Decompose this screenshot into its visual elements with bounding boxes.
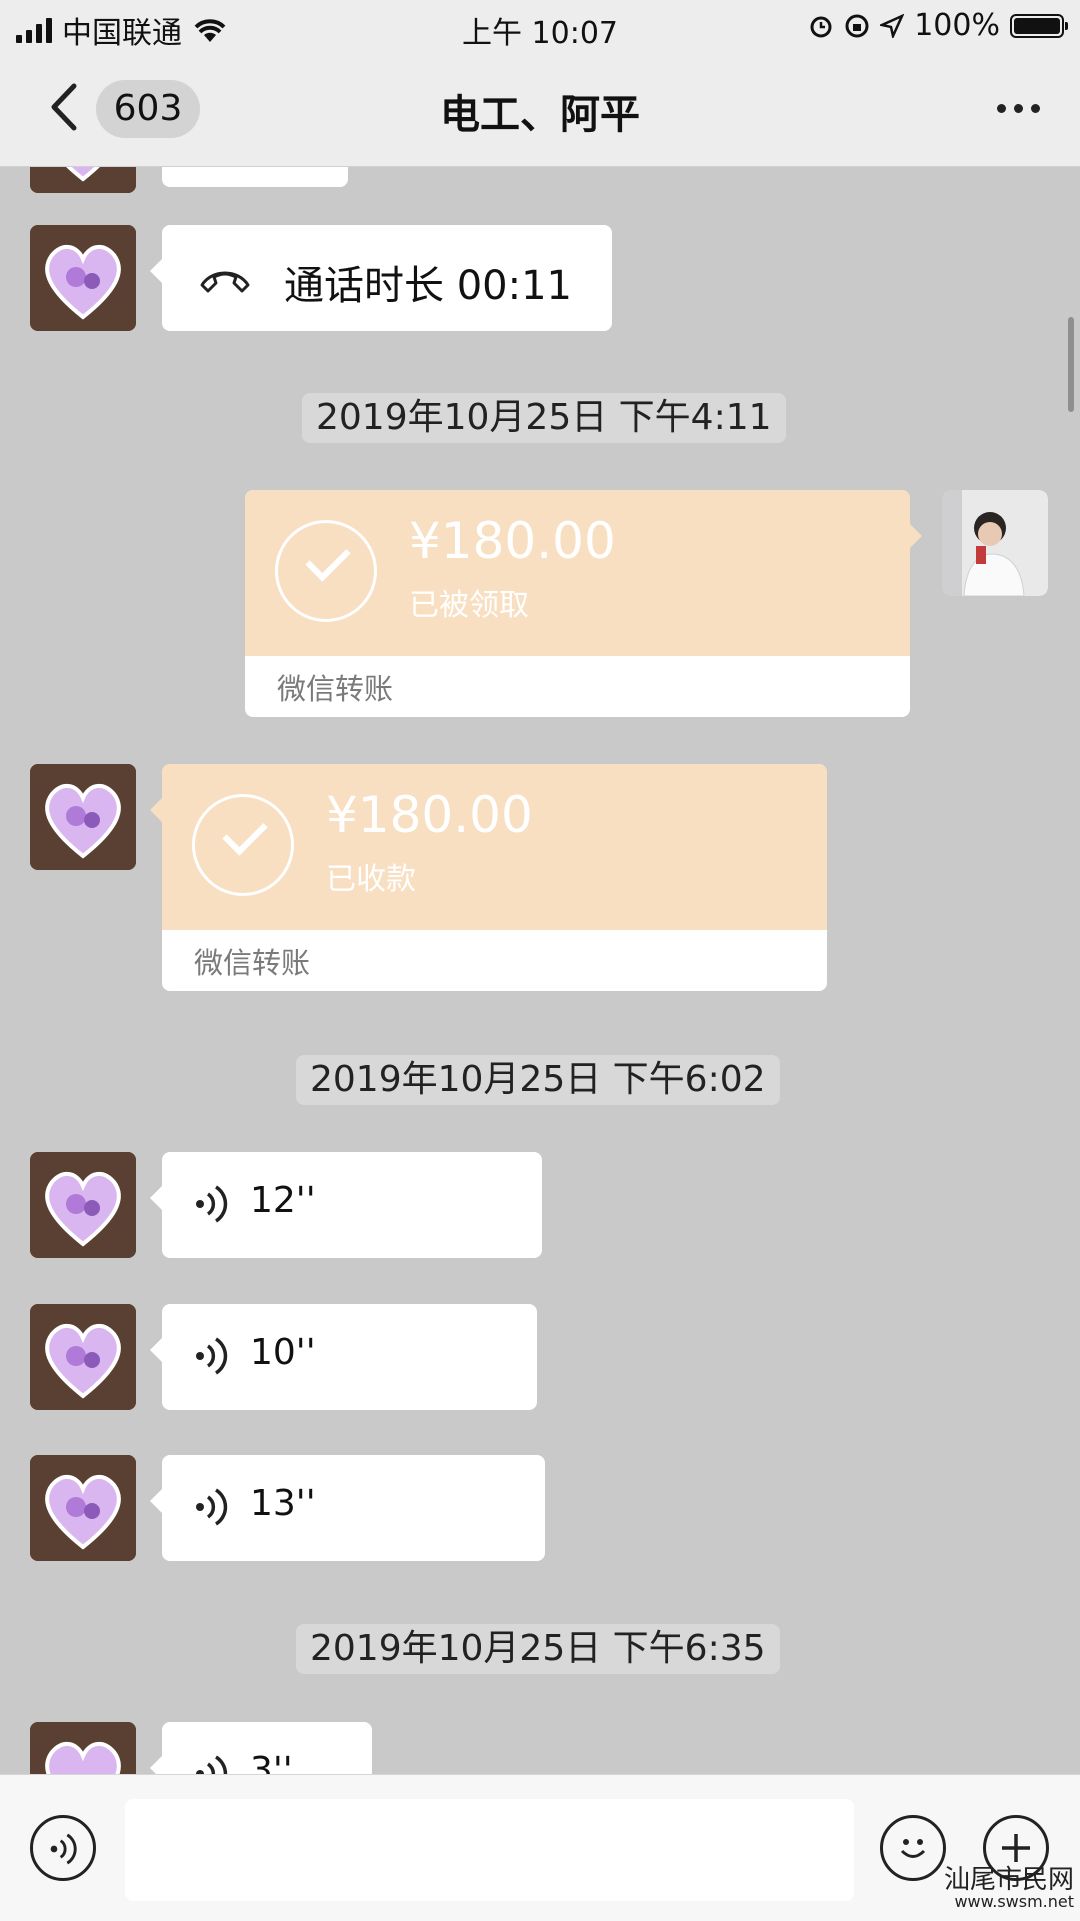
voice-input-button[interactable] xyxy=(30,1815,96,1881)
transfer-card-received[interactable]: ¥180.00 已收款 微信转账 xyxy=(150,764,827,991)
avatar-contact[interactable] xyxy=(30,1455,136,1561)
avatar-contact[interactable] xyxy=(30,764,136,870)
check-circle-icon xyxy=(192,794,294,896)
voice-message-bubble[interactable]: 10'' xyxy=(150,1304,537,1410)
more-options-icon[interactable] xyxy=(997,104,1040,113)
input-bar: 汕尾市民网 www.swsm.net xyxy=(0,1774,1080,1921)
watermark: 汕尾市民网 www.swsm.net xyxy=(943,1865,1074,1913)
voice-duration: 10'' xyxy=(250,1332,316,1373)
message-list[interactable]: 通话时长 00:11 2019年10月25日 下午4:11 ¥180.00 已被… xyxy=(0,167,1080,1774)
call-duration-text: 通话时长 00:11 xyxy=(284,263,572,309)
transfer-card-sent[interactable]: ¥180.00 已被领取 微信转账 xyxy=(245,490,922,717)
scrollbar[interactable] xyxy=(1068,317,1074,412)
plus-icon xyxy=(1002,1834,1030,1862)
transfer-amount: ¥180.00 xyxy=(326,786,533,844)
battery-percent: 100% xyxy=(914,8,1000,43)
timestamp: 2019年10月25日 下午6:35 xyxy=(296,1624,780,1674)
voice-wave-icon xyxy=(196,1337,228,1375)
voice-message-bubble[interactable]: 13'' xyxy=(150,1455,545,1561)
avatar-contact[interactable] xyxy=(30,225,136,331)
voice-wave-icon xyxy=(196,1755,228,1774)
avatar-contact[interactable] xyxy=(30,1304,136,1410)
voice-message-bubble[interactable]: 12'' xyxy=(150,1152,542,1258)
call-record-bubble[interactable]: 通话时长 00:11 xyxy=(150,225,612,331)
chat-header: 603 电工、阿平 xyxy=(0,52,1080,167)
status-bar: 中国联通 上午 10:07 100% xyxy=(0,0,1080,52)
phone-hangup-icon xyxy=(200,271,250,293)
message-input[interactable] xyxy=(125,1799,854,1901)
battery-icon xyxy=(1010,13,1068,38)
transfer-status: 已被领取 xyxy=(409,588,529,623)
avatar-contact[interactable] xyxy=(30,1722,136,1774)
avatar-contact[interactable] xyxy=(30,1152,136,1258)
avatar-self[interactable] xyxy=(942,490,1048,596)
voice-wave-icon xyxy=(50,1833,77,1865)
transfer-amount: ¥180.00 xyxy=(409,512,616,570)
transfer-label: 微信转账 xyxy=(194,946,311,980)
voice-duration: 3'' xyxy=(250,1750,293,1774)
transfer-status: 已收款 xyxy=(326,862,416,897)
voice-wave-icon xyxy=(196,1488,228,1526)
voice-duration: 13'' xyxy=(250,1483,316,1524)
check-circle-icon xyxy=(275,520,377,622)
voice-wave-icon xyxy=(196,1185,228,1223)
emoji-button[interactable] xyxy=(880,1815,946,1881)
timestamp: 2019年10月25日 下午6:02 xyxy=(296,1055,780,1105)
transfer-label: 微信转账 xyxy=(277,672,394,706)
chat-title: 电工、阿平 xyxy=(440,92,640,138)
timestamp: 2019年10月25日 下午4:11 xyxy=(302,393,786,443)
bubble-tail xyxy=(150,798,162,822)
bubble-tail xyxy=(910,524,922,548)
status-right: 100% xyxy=(808,8,1068,43)
voice-duration: 12'' xyxy=(250,1180,316,1221)
avatar-contact[interactable] xyxy=(30,167,136,193)
watermark-url: www.swsm.net xyxy=(954,1892,1074,1911)
rotation-lock-icon xyxy=(845,14,869,37)
message-bubble-partial[interactable] xyxy=(162,167,348,187)
watermark-name: 汕尾市民网 xyxy=(943,1865,1074,1895)
alarm-icon xyxy=(810,16,832,37)
smiley-icon xyxy=(900,1839,926,1858)
location-icon xyxy=(880,13,905,38)
voice-message-bubble[interactable]: 3'' xyxy=(150,1722,372,1774)
